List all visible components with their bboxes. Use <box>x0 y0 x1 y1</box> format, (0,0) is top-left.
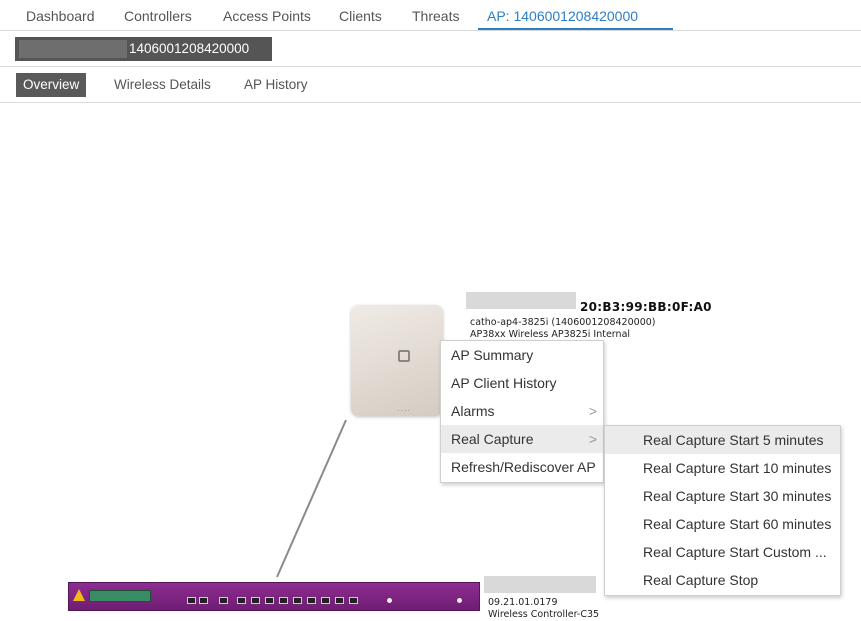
submenu-item-start-30[interactable]: Real Capture Start 30 minutes <box>605 482 840 510</box>
redacted-label <box>484 576 596 593</box>
controller-version: 09.21.01.0179 <box>488 597 558 608</box>
submenu-item-start-60[interactable]: Real Capture Start 60 minutes <box>605 510 840 538</box>
ap-name-line: catho-ap4-3825i (1406001208420000) <box>470 317 656 328</box>
menu-item-label: AP Client History <box>451 375 557 391</box>
port-icon <box>335 597 344 604</box>
menu-item-ap-client-history[interactable]: AP Client History <box>441 369 603 397</box>
chevron-right-icon: > <box>588 431 597 447</box>
menu-item-label: Real Capture Start 10 minutes <box>643 460 832 476</box>
submenu-item-start-10[interactable]: Real Capture Start 10 minutes <box>605 454 840 482</box>
port-icon <box>219 597 228 604</box>
menu-item-label: Alarms <box>451 403 495 419</box>
controller-lcd <box>89 590 151 602</box>
menu-item-refresh-rediscover[interactable]: Refresh/Rediscover AP <box>441 453 603 481</box>
submenu-item-start-5[interactable]: Real Capture Start 5 minutes <box>605 426 840 454</box>
port-icon <box>321 597 330 604</box>
menu-item-ap-summary[interactable]: AP Summary <box>441 341 603 369</box>
menu-item-label: Real Capture <box>451 431 534 447</box>
controller-name: Wireless Controller-C35 <box>488 609 600 620</box>
real-capture-submenu: Real Capture Start 5 minutes Real Captur… <box>604 425 841 596</box>
port-icon <box>349 597 358 604</box>
access-point-device[interactable]: .... <box>351 305 443 416</box>
ap-context-menu: AP Summary AP Client History Alarms > Re… <box>440 340 604 483</box>
menu-item-label: Real Capture Start Custom ... <box>643 544 827 560</box>
menu-item-label: Real Capture Start 30 minutes <box>643 488 832 504</box>
menu-item-alarms[interactable]: Alarms > <box>441 397 603 425</box>
port-icon <box>187 597 196 604</box>
ap-logo-icon <box>398 350 410 362</box>
submenu-item-start-custom[interactable]: Real Capture Start Custom ... <box>605 538 840 566</box>
port-icon <box>265 597 274 604</box>
port-icon <box>293 597 302 604</box>
menu-item-label: Refresh/Rediscover AP <box>451 459 596 475</box>
menu-item-label: Real Capture Start 5 minutes <box>643 432 824 448</box>
menu-item-label: Real Capture Start 60 minutes <box>643 516 832 532</box>
status-led-icon <box>387 598 392 603</box>
port-icon <box>237 597 246 604</box>
port-icon <box>307 597 316 604</box>
status-led-icon <box>457 598 462 603</box>
warning-icon <box>73 589 85 601</box>
wireless-controller-device[interactable] <box>68 582 480 611</box>
ap-mac-address: 20:B3:99:BB:0F:A0 <box>580 300 712 314</box>
menu-item-label: Real Capture Stop <box>643 572 759 588</box>
port-icon <box>199 597 208 604</box>
ap-status-dots: .... <box>397 403 412 413</box>
ap-model-line: AP38xx Wireless AP3825i Internal <box>470 329 631 340</box>
redacted-label <box>466 292 576 309</box>
menu-item-real-capture[interactable]: Real Capture > <box>441 425 603 453</box>
menu-item-label: AP Summary <box>451 347 534 363</box>
chevron-right-icon: > <box>588 403 597 419</box>
port-icon <box>251 597 260 604</box>
port-icon <box>279 597 288 604</box>
submenu-item-stop[interactable]: Real Capture Stop <box>605 566 840 594</box>
